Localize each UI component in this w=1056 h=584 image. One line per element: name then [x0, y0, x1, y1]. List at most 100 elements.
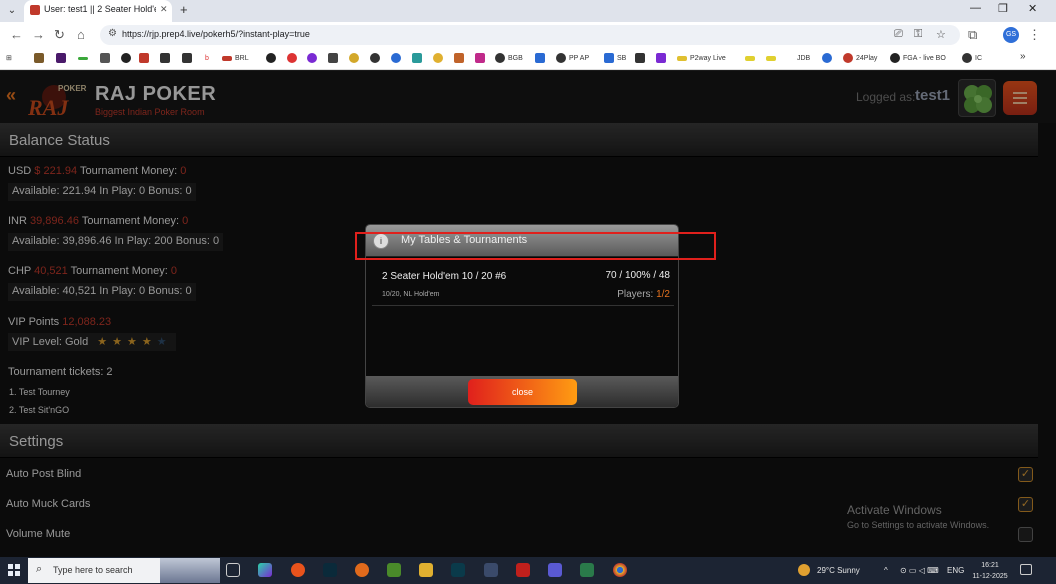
bookmark-icon[interactable] — [766, 55, 776, 61]
bookmark-icon[interactable] — [635, 53, 645, 64]
bookmark-icon[interactable] — [475, 53, 485, 64]
bookmark-icon[interactable] — [391, 53, 401, 64]
bookmark-icon — [604, 53, 614, 64]
tray-chevron-icon[interactable]: ^ — [884, 566, 888, 575]
bookmark-icon[interactable] — [287, 53, 297, 64]
players-count: 1/2 — [656, 289, 670, 300]
bookmark-bgb[interactable]: BGB — [495, 53, 523, 65]
table-game-type: 10/20, NL Hold'em — [382, 291, 440, 298]
extensions-icon[interactable]: ⧉ — [968, 27, 977, 43]
reload-icon[interactable]: ↻ — [54, 27, 65, 43]
bookmarks-bar: ⊞ b BRL BGB PP AP SB P2way Live JDB 24Pl… — [0, 48, 1056, 70]
minimize-icon[interactable]: — — [970, 2, 981, 14]
bookmark-p2way-live[interactable]: P2way Live — [677, 53, 726, 65]
poker-app: « POKER RAJ RAJ POKER Biggest Indian Pok… — [0, 71, 1056, 557]
back-icon[interactable]: ← — [10, 27, 23, 42]
table-row[interactable]: 2 Seater Hold'em 10 / 20 #6 70 / 100% / … — [372, 262, 674, 306]
windows-taskbar: ⌕ Type here to search 29°C Sunny ^ ⊙ ▭ ◁… — [0, 557, 1056, 584]
app-icon[interactable] — [291, 563, 305, 577]
home-icon[interactable]: ⌂ — [77, 27, 85, 42]
bookmark-icon[interactable] — [56, 53, 66, 64]
bookmark-icon[interactable] — [121, 53, 131, 64]
bookmark-icon — [677, 55, 687, 61]
restore-icon[interactable]: ❐ — [998, 2, 1008, 15]
weather-sun-icon[interactable] — [798, 564, 810, 576]
bookmark-icon — [962, 53, 972, 64]
bookmark-fga-live-bo[interactable]: FGA - live BO — [890, 53, 946, 65]
window-close-icon[interactable]: ✕ — [1028, 2, 1037, 15]
bookmark-icon[interactable] — [139, 53, 149, 64]
bookmark-24play[interactable]: 24Play — [843, 53, 877, 65]
clock-time: 16:21 — [981, 562, 999, 569]
profile-avatar[interactable]: GS — [1003, 27, 1019, 43]
address-bar[interactable]: ⚙ https://rjp.prep4.live/pokerh5/?instan… — [100, 25, 960, 45]
clock-date: 11-12-2025 — [972, 573, 1008, 580]
copilot-icon[interactable] — [258, 563, 272, 577]
bookmark-ic[interactable]: IC — [962, 53, 982, 65]
bookmark-icon — [890, 53, 900, 64]
search-highlight-image — [160, 558, 220, 583]
table-stats: 70 / 100% / 48 — [605, 270, 671, 281]
taskbar-clock[interactable]: 16:21 11-12-2025 — [970, 560, 1010, 582]
chrome-icon[interactable] — [613, 563, 627, 577]
bookmark-icon[interactable] — [160, 53, 170, 64]
bookmark-icon[interactable] — [412, 53, 422, 64]
taskbar-search-placeholder: Type here to search — [53, 565, 133, 575]
bookmark-pp-ap[interactable]: PP AP — [556, 53, 589, 65]
app-icon[interactable] — [516, 563, 530, 577]
bookmark-brl[interactable]: BRL — [222, 53, 249, 65]
bookmark-star-icon[interactable]: ☆ — [936, 28, 946, 41]
taskbar-search-box[interactable]: ⌕ Type here to search — [28, 558, 220, 583]
notification-icon[interactable] — [1020, 564, 1032, 575]
new-tab-icon[interactable]: + — [180, 2, 188, 17]
file-explorer-icon[interactable] — [419, 563, 433, 577]
tab-title: User: test1 || 2 Seater Hold'em — [44, 4, 156, 14]
address-toolbar: ← → ↻ ⌂ ⚙ https://rjp.prep4.live/pokerh5… — [0, 22, 1056, 48]
bookmark-icon — [556, 53, 566, 64]
app-icon[interactable] — [580, 563, 594, 577]
bookmark-icon[interactable] — [656, 53, 666, 64]
bookmark-icon[interactable] — [328, 53, 338, 64]
bookmark-icon[interactable] — [822, 53, 832, 64]
app-icon[interactable] — [484, 563, 498, 577]
cast-icon[interactable]: ⎚ — [894, 28, 903, 41]
browser-menu-icon[interactable]: ⋮ — [1028, 27, 1041, 43]
browser-tab[interactable]: User: test1 || 2 Seater Hold'em ✕ — [24, 0, 172, 22]
bookmark-icon[interactable] — [307, 53, 317, 64]
forward-icon[interactable]: → — [32, 27, 45, 42]
app-icon[interactable] — [323, 563, 337, 577]
app-icon[interactable] — [451, 563, 465, 577]
teams-icon[interactable] — [548, 563, 562, 577]
bookmark-sb[interactable]: SB — [604, 53, 626, 65]
windows-start-icon[interactable] — [8, 564, 20, 576]
more-bookmarks-icon[interactable]: » — [1020, 51, 1026, 63]
bookmark-icon[interactable] — [433, 53, 443, 64]
task-view-icon[interactable] — [226, 563, 240, 577]
tab-search-chevron-icon[interactable]: ⌄ — [4, 3, 20, 19]
apps-grid-icon[interactable]: ⊞ — [6, 53, 12, 65]
bookmark-icon[interactable] — [745, 55, 755, 61]
bookmark-icon[interactable] — [266, 53, 276, 64]
close-button[interactable]: close — [468, 379, 577, 405]
bookmark-icon[interactable] — [182, 53, 192, 64]
bookmark-jdb[interactable]: JDB — [797, 53, 810, 65]
bookmark-b-icon[interactable]: b — [205, 53, 209, 65]
tab-close-icon[interactable]: ✕ — [160, 4, 168, 15]
bookmark-icon[interactable] — [349, 53, 359, 64]
app-icon[interactable] — [387, 563, 401, 577]
password-key-icon[interactable]: ⚿ — [914, 28, 922, 41]
dialog-body: 2 Seater Hold'em 10 / 20 #6 70 / 100% / … — [366, 258, 678, 376]
firefox-icon[interactable] — [355, 563, 369, 577]
bookmark-icon[interactable] — [78, 56, 88, 60]
weather-text[interactable]: 29°C Sunny — [817, 566, 860, 575]
language-indicator[interactable]: ENG — [947, 566, 964, 575]
bookmark-icon[interactable] — [100, 53, 110, 64]
bookmark-icon[interactable] — [370, 53, 380, 64]
site-info-icon[interactable]: ⚙ — [108, 28, 117, 39]
tray-icons[interactable]: ⊙ ▭ ◁ ⌨ — [900, 566, 939, 575]
bookmark-icon[interactable] — [454, 53, 464, 64]
bookmark-icon[interactable] — [34, 53, 44, 64]
url-text: https://rjp.prep4.live/pokerh5/?instant-… — [122, 29, 310, 39]
bookmark-icon[interactable] — [535, 53, 545, 64]
bookmark-icon — [843, 53, 853, 64]
